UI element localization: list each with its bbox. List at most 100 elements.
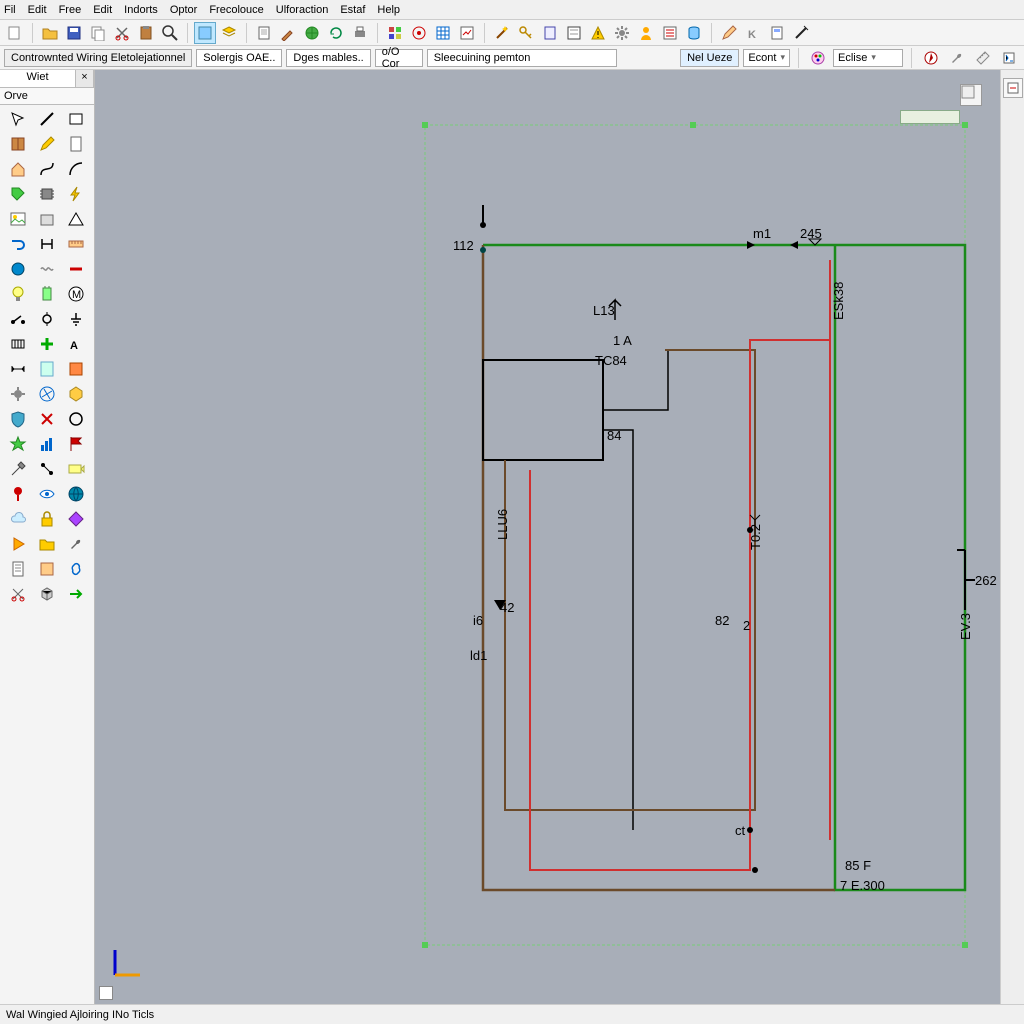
new-icon[interactable] <box>4 22 26 44</box>
palette-cloud-icon[interactable] <box>4 507 32 531</box>
selection-handle[interactable] <box>962 122 968 128</box>
palette-folder2-icon[interactable] <box>33 532 61 556</box>
palette-spring-icon[interactable] <box>33 257 61 281</box>
palette-cube-icon[interactable] <box>33 582 61 606</box>
form-icon[interactable] <box>563 22 585 44</box>
palette-hammer-icon[interactable] <box>4 457 32 481</box>
globe-icon[interactable] <box>301 22 323 44</box>
palette-fill-icon[interactable] <box>62 357 90 381</box>
refresh-icon[interactable] <box>325 22 347 44</box>
person-icon[interactable] <box>635 22 657 44</box>
palette-page-icon[interactable] <box>62 132 90 156</box>
component-box[interactable] <box>483 360 603 460</box>
menu-ulforaction[interactable]: Ulforaction <box>276 4 329 16</box>
menu-edit[interactable]: Edit <box>28 4 47 16</box>
component-right[interactable] <box>957 550 975 610</box>
open-folder-icon[interactable] <box>39 22 61 44</box>
palette-pencil-icon[interactable] <box>33 132 61 156</box>
selection-handle[interactable] <box>422 942 428 948</box>
palette-doc2-icon[interactable] <box>4 557 32 581</box>
palette-home-icon[interactable] <box>4 157 32 181</box>
palette-fan-icon[interactable] <box>33 382 61 406</box>
menu-fil[interactable]: Fil <box>4 4 16 16</box>
palette-clamp-icon[interactable] <box>33 232 61 256</box>
palette-motor-icon[interactable]: M <box>62 282 90 306</box>
palette-lock-icon[interactable] <box>33 507 61 531</box>
wire-black-down[interactable] <box>603 430 633 830</box>
measure-icon[interactable] <box>972 47 994 69</box>
menu-indorts[interactable]: Indorts <box>124 4 158 16</box>
save-icon[interactable] <box>63 22 85 44</box>
copy-icon[interactable] <box>87 22 109 44</box>
doc-icon[interactable] <box>253 22 275 44</box>
palette-hex-icon[interactable] <box>62 382 90 406</box>
brush-icon[interactable] <box>277 22 299 44</box>
palette-terminal-icon[interactable] <box>33 307 61 331</box>
palette-bars-icon[interactable] <box>33 432 61 456</box>
selection-handle[interactable] <box>422 122 428 128</box>
table-icon[interactable] <box>432 22 454 44</box>
palette-sheet2-icon[interactable] <box>33 357 61 381</box>
palette-pipe-icon[interactable] <box>4 232 32 256</box>
palette-ruler-icon[interactable] <box>62 232 90 256</box>
breadcrumb-item-1[interactable]: Contrownted Wiring Eletolejationnel <box>4 49 192 67</box>
palette-bolt-icon[interactable] <box>62 182 90 206</box>
palette-icon[interactable] <box>807 47 829 69</box>
palette-arrow2-icon[interactable] <box>62 582 90 606</box>
menu-optor[interactable]: Optor <box>170 4 198 16</box>
palette-label-icon[interactable] <box>62 457 90 481</box>
palette-picture-icon[interactable] <box>4 207 32 231</box>
target-icon[interactable] <box>408 22 430 44</box>
palette-arc-icon[interactable] <box>62 157 90 181</box>
palette-triangle-icon[interactable] <box>62 207 90 231</box>
chart-icon[interactable] <box>456 22 478 44</box>
palette-scissors-icon[interactable] <box>4 582 32 606</box>
breadcrumb-item-4[interactable]: o/O Cor <box>375 49 423 67</box>
palette-flag-icon[interactable] <box>62 432 90 456</box>
page-tab-icon[interactable] <box>99 986 113 1000</box>
palette-bulb-icon[interactable] <box>4 282 32 306</box>
sheet-icon[interactable] <box>539 22 561 44</box>
palette-globe2-icon[interactable] <box>62 482 90 506</box>
palette-connector-icon[interactable] <box>33 282 61 306</box>
breadcrumb-item-2[interactable]: Solergis OAE.. <box>196 49 282 67</box>
view-icon[interactable] <box>194 22 216 44</box>
palette-gear2-icon[interactable] <box>4 382 32 406</box>
palette-circle-icon[interactable] <box>62 407 90 431</box>
palette-cross-icon[interactable] <box>33 407 61 431</box>
econt-dropdown[interactable]: Econt <box>743 49 790 67</box>
palette-square-icon[interactable] <box>33 557 61 581</box>
palette-switch-icon[interactable] <box>4 307 32 331</box>
palette-book-icon[interactable] <box>4 132 32 156</box>
key-icon[interactable] <box>515 22 537 44</box>
nel-ueze-button[interactable]: Nel Ueze <box>680 49 739 67</box>
selection-handle[interactable] <box>962 942 968 948</box>
palette-play-icon[interactable] <box>4 532 32 556</box>
wrench-icon[interactable] <box>946 47 968 69</box>
palette-chip-icon[interactable] <box>33 182 61 206</box>
palette-ground-icon[interactable] <box>62 307 90 331</box>
palette-line-icon[interactable] <box>33 107 61 131</box>
palette-cable-icon[interactable] <box>62 257 90 281</box>
menu-edit2[interactable]: Edit <box>93 4 112 16</box>
print-icon[interactable] <box>349 22 371 44</box>
palette-plus-icon[interactable] <box>33 332 61 356</box>
paste-icon[interactable] <box>135 22 157 44</box>
palette-shield-icon[interactable] <box>4 407 32 431</box>
wire-brown-inner[interactable] <box>505 350 755 810</box>
palette-coil-icon[interactable] <box>4 332 32 356</box>
compass-icon[interactable] <box>920 47 942 69</box>
db-icon[interactable] <box>683 22 705 44</box>
wire-red-1[interactable] <box>530 340 830 870</box>
layer-icon[interactable] <box>218 22 240 44</box>
right-btn-1[interactable] <box>1003 78 1023 98</box>
palette-ball-icon[interactable] <box>4 257 32 281</box>
palette-box-icon[interactable] <box>33 207 61 231</box>
palette-tag-icon[interactable] <box>4 182 32 206</box>
palette-link-icon[interactable] <box>62 557 90 581</box>
breadcrumb-item-5[interactable]: Sleecuining pemton <box>427 49 617 67</box>
wire-green[interactable] <box>483 245 965 890</box>
menu-help[interactable]: Help <box>377 4 400 16</box>
script-icon[interactable] <box>998 47 1020 69</box>
zoom-icon[interactable] <box>159 22 181 44</box>
